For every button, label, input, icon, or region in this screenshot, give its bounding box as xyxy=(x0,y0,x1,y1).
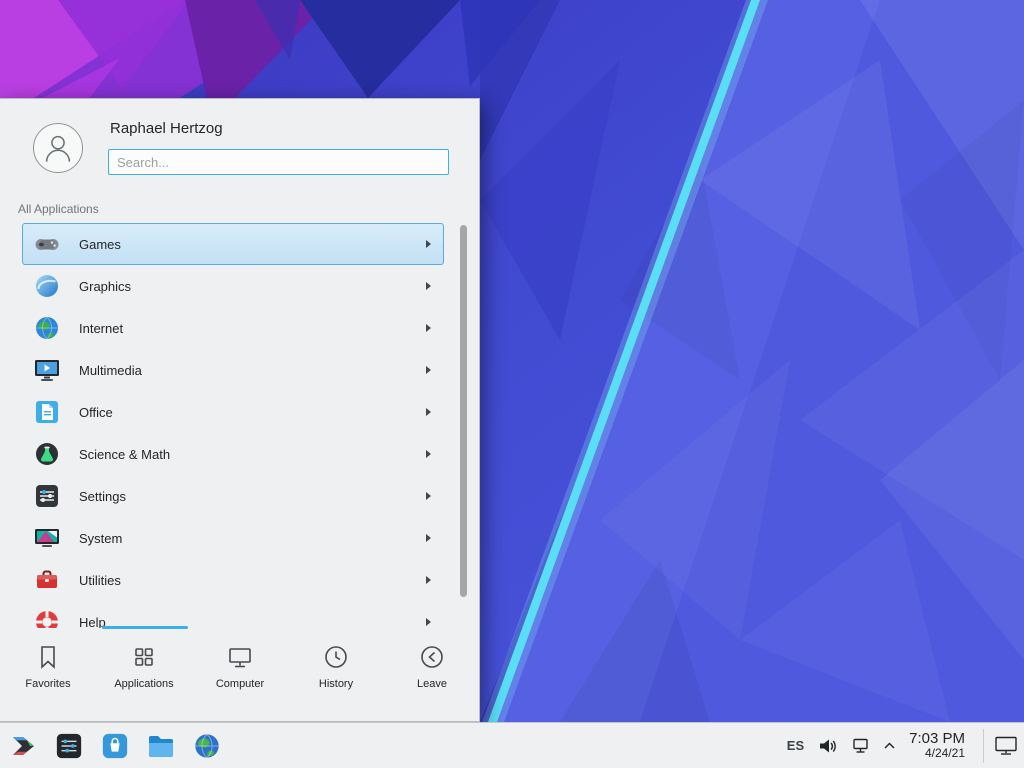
show-desktop-button[interactable] xyxy=(983,729,1018,763)
mixer-app-icon xyxy=(55,732,83,760)
tab-leave[interactable]: Leave xyxy=(384,626,480,721)
category-item-science-math[interactable]: Science & Math xyxy=(22,433,444,475)
submenu-arrow-icon xyxy=(426,576,431,584)
multimedia-icon xyxy=(34,357,60,383)
submenu-arrow-icon xyxy=(426,240,431,248)
user-name: Raphael Hertzog xyxy=(110,120,223,137)
category-label: Utilities xyxy=(79,573,121,588)
category-item-settings[interactable]: Settings xyxy=(22,475,444,517)
tab-label: Favorites xyxy=(25,678,70,690)
category-label: Games xyxy=(79,237,121,252)
submenu-arrow-icon xyxy=(426,324,431,332)
category-item-office[interactable]: Office xyxy=(22,391,444,433)
leave-icon xyxy=(417,642,447,672)
submenu-arrow-icon xyxy=(426,492,431,500)
menu-tabbar: Favorites Applications Computer xyxy=(0,626,480,721)
user-icon xyxy=(39,129,77,167)
graphics-icon xyxy=(34,273,60,299)
speaker-icon xyxy=(818,737,838,755)
software-center-task-button[interactable] xyxy=(100,731,130,761)
file-manager-icon xyxy=(146,732,176,760)
digital-clock[interactable]: 7:03 PM 4/24/21 xyxy=(909,731,967,761)
tab-computer[interactable]: Computer xyxy=(192,626,288,721)
category-item-internet[interactable]: Internet xyxy=(22,307,444,349)
user-avatar xyxy=(33,123,83,173)
category-label: System xyxy=(79,531,122,546)
category-item-help[interactable]: Help xyxy=(22,601,444,628)
taskbar-left xyxy=(8,731,222,761)
office-icon xyxy=(34,399,60,425)
application-launcher-menu: Raphael Hertzog All Applications Games xyxy=(0,98,480,722)
submenu-arrow-icon xyxy=(426,618,431,626)
category-label: Settings xyxy=(79,489,126,504)
category-item-utilities[interactable]: Utilities xyxy=(22,559,444,601)
submenu-arrow-icon xyxy=(426,408,431,416)
network-button[interactable] xyxy=(852,737,870,754)
category-label: Internet xyxy=(79,321,123,336)
submenu-arrow-icon xyxy=(426,450,431,458)
submenu-arrow-icon xyxy=(426,534,431,542)
web-browser-task-button[interactable] xyxy=(192,731,222,761)
category-label: Office xyxy=(79,405,113,420)
chevron-up-icon xyxy=(884,742,895,749)
active-tab-indicator xyxy=(102,626,188,629)
software-center-icon xyxy=(101,732,129,760)
tray-expand-button[interactable] xyxy=(884,742,895,749)
category-item-multimedia[interactable]: Multimedia xyxy=(22,349,444,391)
web-browser-icon xyxy=(193,732,221,760)
mixer-app-task-button[interactable] xyxy=(54,731,84,761)
show-desktop-icon xyxy=(994,735,1018,756)
file-manager-task-button[interactable] xyxy=(146,731,176,761)
submenu-arrow-icon xyxy=(426,366,431,374)
tab-history[interactable]: History xyxy=(288,626,384,721)
clock-icon xyxy=(321,642,351,672)
bookmark-icon xyxy=(33,642,63,672)
clock-date: 4/24/21 xyxy=(909,747,965,760)
tab-label: Leave xyxy=(417,678,447,690)
category-item-graphics[interactable]: Graphics xyxy=(22,265,444,307)
utilities-icon xyxy=(34,567,60,593)
grid-icon xyxy=(129,642,159,672)
submenu-arrow-icon xyxy=(426,282,431,290)
search-input[interactable] xyxy=(108,149,449,175)
settings-icon xyxy=(34,483,60,509)
tab-label: History xyxy=(319,678,353,690)
tab-applications[interactable]: Applications xyxy=(96,626,192,721)
network-icon xyxy=(852,737,870,754)
tab-favorites[interactable]: Favorites xyxy=(0,626,96,721)
category-label: Multimedia xyxy=(79,363,142,378)
computer-icon xyxy=(225,642,255,672)
taskbar-panel: ES 7:03 PM xyxy=(0,722,1024,768)
science-icon xyxy=(34,441,60,467)
category-label: Graphics xyxy=(79,279,131,294)
clock-time: 7:03 PM xyxy=(909,731,965,748)
tab-label: Applications xyxy=(114,678,173,690)
category-list: Games Graphics xyxy=(0,223,480,628)
category-item-games[interactable]: Games xyxy=(22,223,444,265)
gamepad-icon xyxy=(34,231,60,257)
list-scrollbar[interactable] xyxy=(460,225,467,597)
system-icon xyxy=(34,525,60,551)
category-label: Science & Math xyxy=(79,447,170,462)
tab-label: Computer xyxy=(216,678,264,690)
volume-button[interactable] xyxy=(818,737,838,755)
section-label: All Applications xyxy=(18,202,99,216)
category-item-system[interactable]: System xyxy=(22,517,444,559)
app-launcher-icon xyxy=(8,731,38,761)
globe-icon xyxy=(34,315,60,341)
system-tray: ES 7:03 PM xyxy=(787,729,1018,763)
keyboard-layout-indicator[interactable]: ES xyxy=(787,738,804,753)
desktop: Raphael Hertzog All Applications Games xyxy=(0,0,1024,768)
app-launcher-button[interactable] xyxy=(8,731,38,761)
